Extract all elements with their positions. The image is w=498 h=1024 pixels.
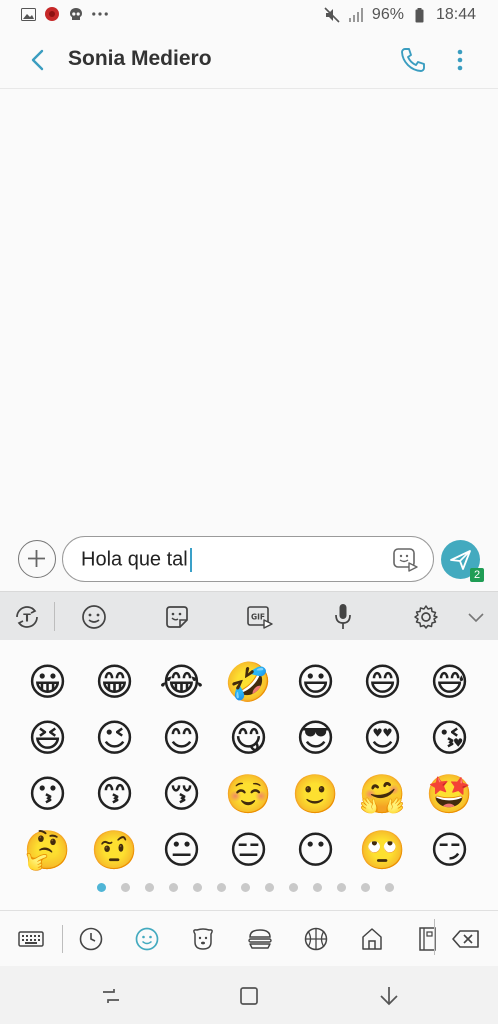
skull-icon (68, 6, 84, 22)
system-nav-bar (0, 966, 498, 1024)
status-right-icons: 96% 18:44 (324, 6, 476, 24)
category-divider (434, 919, 435, 955)
status-bar: 96% 18:44 (0, 0, 498, 32)
text-caret (189, 548, 192, 572)
toolbar-divider (54, 602, 55, 631)
emoji-key[interactable]: 😙 (81, 766, 148, 822)
emoji-key[interactable]: 🤔 (14, 822, 81, 878)
page-dot-active[interactable] (97, 883, 106, 892)
emoji-key[interactable]: 😆 (14, 710, 81, 766)
emoji-key[interactable]: 🤣 (215, 654, 282, 710)
page-dot[interactable] (337, 883, 346, 892)
objects-icon[interactable] (410, 923, 444, 955)
clock-time: 18:44 (435, 6, 476, 23)
emoji-key[interactable]: 😊 (148, 710, 215, 766)
emoji-key[interactable]: 😑 (215, 822, 282, 878)
signal-icon (348, 7, 364, 23)
back-icon[interactable] (24, 46, 52, 74)
page-dot[interactable] (385, 883, 394, 892)
page-dot[interactable] (121, 883, 130, 892)
page-dot[interactable] (313, 883, 322, 892)
conversation-header: Sonia Mediero (0, 32, 498, 89)
keyboard-icon[interactable] (14, 923, 48, 955)
emoji-key[interactable]: 😶 (282, 822, 349, 878)
food-icon[interactable] (243, 923, 277, 955)
page-dot[interactable] (241, 883, 250, 892)
gif-icon[interactable]: GIF (244, 601, 276, 633)
page-dot[interactable] (145, 883, 154, 892)
emoji-key[interactable]: 😀 (14, 654, 81, 710)
emoji-panel: 😀 😁 😂 🤣 😃 😄 😅 😆 😉 😊 😋 😎 😍 😘 😗 😙 😚 ☺️ 🙂 🤗… (0, 640, 498, 910)
battery-percent: 96% (371, 6, 404, 23)
gallery-icon (20, 6, 36, 22)
svg-text:T: T (23, 612, 31, 625)
more-vertical-icon[interactable] (448, 45, 472, 75)
emoji-key[interactable]: 😎 (282, 710, 349, 766)
mute-icon (324, 7, 340, 23)
building-icon[interactable] (355, 923, 389, 955)
emoji-key[interactable]: 😂 (148, 654, 215, 710)
send-button[interactable]: 2 (441, 540, 484, 582)
page-dot[interactable] (361, 883, 370, 892)
home-icon[interactable] (234, 981, 264, 1011)
microphone-icon[interactable] (327, 601, 359, 633)
recents-icon[interactable] (96, 981, 126, 1011)
smiley-icon[interactable] (130, 923, 164, 955)
emoji-key[interactable]: 😚 (148, 766, 215, 822)
emoji-key[interactable]: 🤩 (416, 766, 483, 822)
emoji-key[interactable]: 🤨 (81, 822, 148, 878)
page-dot[interactable] (169, 883, 178, 892)
keyboard-toolbar: T GIF (0, 591, 498, 641)
emoji-grid: 😀 😁 😂 🤣 😃 😄 😅 😆 😉 😊 😋 😎 😍 😘 😗 😙 😚 ☺️ 🙂 🤗… (14, 654, 484, 878)
emoji-key[interactable]: 😅 (416, 654, 483, 710)
emoji-icon[interactable] (78, 601, 110, 633)
sim-badge: 2 (470, 568, 484, 582)
chevron-down-icon[interactable] (460, 601, 492, 633)
message-input[interactable]: Hola que tal (62, 536, 434, 582)
page-dot[interactable] (193, 883, 202, 892)
animal-icon[interactable] (186, 923, 220, 955)
phone-icon[interactable] (398, 45, 428, 75)
text-translate-icon[interactable]: T (11, 601, 43, 633)
message-text: Hola que tal (81, 548, 188, 571)
plus-icon (28, 550, 45, 567)
emoji-key[interactable]: 😍 (349, 710, 416, 766)
emoji-key[interactable]: 😃 (282, 654, 349, 710)
more-dots-icon (92, 6, 108, 22)
contact-name[interactable]: Sonia Mediero (68, 47, 212, 71)
emoji-key[interactable]: 🙂 (282, 766, 349, 822)
page-dot[interactable] (265, 883, 274, 892)
message-list[interactable] (0, 89, 498, 531)
add-attachment-button[interactable] (18, 540, 56, 578)
battery-icon (412, 7, 428, 23)
emoji-key[interactable]: 😁 (81, 654, 148, 710)
emoji-key[interactable]: 🤗 (349, 766, 416, 822)
sticker-input-icon[interactable] (391, 545, 419, 573)
emoji-key[interactable]: 😉 (81, 710, 148, 766)
recent-icon[interactable] (74, 923, 108, 955)
sticker-icon[interactable] (161, 601, 193, 633)
emoji-key[interactable]: 😄 (349, 654, 416, 710)
emoji-key[interactable]: 😘 (416, 710, 483, 766)
category-divider (62, 925, 63, 953)
page-dot[interactable] (289, 883, 298, 892)
emoji-key[interactable]: 😗 (14, 766, 81, 822)
emoji-key[interactable]: 😏 (416, 822, 483, 878)
emoji-key[interactable]: 🙄 (349, 822, 416, 878)
svg-text:GIF: GIF (251, 613, 265, 622)
emoji-key[interactable]: 😐 (148, 822, 215, 878)
back-nav-icon[interactable] (374, 981, 404, 1011)
page-dot[interactable] (217, 883, 226, 892)
emoji-key[interactable]: ☺️ (215, 766, 282, 822)
status-left-icons (20, 6, 108, 22)
emoji-category-bar (0, 910, 498, 967)
page-indicator (97, 883, 394, 892)
backspace-icon[interactable] (449, 923, 483, 955)
settings-icon[interactable] (410, 601, 442, 633)
app-red-icon (44, 6, 60, 22)
sports-icon[interactable] (299, 923, 333, 955)
emoji-key[interactable]: 😋 (215, 710, 282, 766)
